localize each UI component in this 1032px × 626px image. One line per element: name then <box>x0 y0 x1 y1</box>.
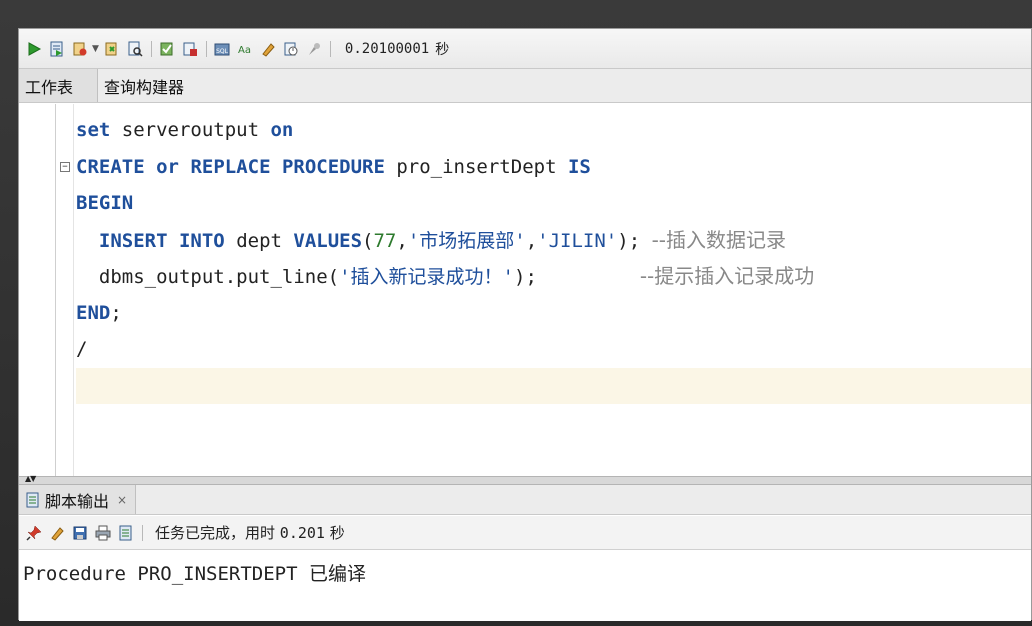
tab-worksheet[interactable]: 工作表 <box>19 69 99 102</box>
print-icon[interactable] <box>94 524 112 542</box>
code-line[interactable] <box>76 367 1031 404</box>
code-line[interactable]: INSERT INTO dept VALUES(77,'市场拓展部','JILI… <box>76 222 1031 259</box>
sql-keyword: INTO <box>178 229 225 252</box>
code-token: , <box>396 229 408 252</box>
sql-developer-window: ▼ SQL Aa 0.20100001 秒 工作表 查询构建器 set serv… <box>18 28 1032 621</box>
run-script-icon[interactable] <box>48 40 66 58</box>
tools-icon[interactable] <box>305 40 323 58</box>
task-status-time: 0.201 <box>279 524 325 542</box>
eraser-icon[interactable] <box>48 524 66 542</box>
tab-query-builder[interactable]: 查询构建器 <box>98 69 196 102</box>
execution-time-unit: 秒 <box>435 41 450 58</box>
sql-keyword: VALUES <box>293 229 363 252</box>
sql-comment: --插入数据记录 <box>651 227 787 252</box>
sql-keyword: INSERT <box>98 229 168 252</box>
sql-keyword: or <box>156 155 179 178</box>
code-token: dept <box>224 229 294 252</box>
gutter-divider <box>73 104 74 476</box>
toolbar-separator <box>329 40 331 57</box>
sql-keyword: PROCEDURE <box>281 155 385 178</box>
sql-keyword: BEGIN <box>76 192 134 214</box>
sql-string: '插入新记录成功！' <box>339 266 514 288</box>
svg-text:SQL: SQL <box>216 48 229 55</box>
toolbar-separator <box>142 524 143 541</box>
sql-keyword: on <box>270 119 294 141</box>
svg-text:Aa: Aa <box>238 45 251 56</box>
code-token: ); <box>514 266 640 288</box>
code-token: ); <box>617 229 652 252</box>
format-icon[interactable] <box>259 40 277 58</box>
code-line[interactable]: END; <box>76 295 1031 332</box>
task-status-unit: 秒 <box>329 524 345 542</box>
explain-plan-icon[interactable] <box>126 40 144 58</box>
sql-keyword: IS <box>567 155 591 178</box>
code-token: dbms_output.put_line( <box>76 266 340 288</box>
output-toolbar: 任务已完成，用时 0.201 秒 <box>19 516 1031 550</box>
pin-icon[interactable] <box>25 524 43 542</box>
sql-tuning-icon[interactable] <box>181 40 199 58</box>
code-token: ; <box>110 301 122 324</box>
code-area[interactable]: set serveroutput on − CREATE or REPLACE PR… <box>60 112 1031 404</box>
code-line[interactable]: BEGIN <box>76 185 1031 222</box>
history-icon[interactable]: Aa <box>236 40 254 58</box>
clear-icon[interactable]: SQL <box>213 40 231 58</box>
output-tabs: 脚本输出 × <box>19 485 1031 515</box>
task-status: 任务已完成，用时 0.201 秒 <box>155 522 345 543</box>
code-token: ( <box>362 229 374 252</box>
code-token: / <box>76 338 88 360</box>
sql-keyword: CREATE <box>76 155 145 178</box>
sql-string: 'JILIN' <box>537 229 618 252</box>
run-statement-icon[interactable] <box>25 40 43 58</box>
code-line[interactable]: dbms_output.put_line('插入新记录成功！'); --提示插入… <box>76 258 1031 295</box>
splitter-arrows-icon[interactable]: ▲▼ <box>25 474 36 483</box>
toolbar-separator <box>205 40 207 57</box>
script-output-icon <box>26 492 39 507</box>
worksheet-toolbar: ▼ SQL Aa 0.20100001 秒 <box>19 29 1031 69</box>
sql-keyword: set <box>76 119 111 141</box>
panel-splitter[interactable]: ▲▼ <box>19 474 1031 485</box>
unshared-icon[interactable] <box>282 40 300 58</box>
script-output-label: 脚本输出 <box>45 491 110 511</box>
worksheet-tabs: 工作表 查询构建器 <box>19 69 1031 103</box>
toolbar-separator <box>150 40 152 57</box>
save-icon[interactable] <box>71 524 89 542</box>
code-token: , <box>525 229 538 252</box>
script-output-content[interactable]: Procedure PRO_INSERTDEPT 已编译 <box>19 551 1031 621</box>
fold-toggle-icon[interactable]: − <box>60 161 70 172</box>
sql-comment: --提示插入记录成功 <box>639 264 815 288</box>
task-status-text: 任务已完成，用时 <box>155 524 276 542</box>
rollback-icon[interactable] <box>103 40 121 58</box>
sql-editor[interactable]: set serveroutput on − CREATE or REPLACE PR… <box>19 104 1031 476</box>
sql-string: '市场拓展部' <box>407 229 526 252</box>
code-line[interactable]: set serveroutput on <box>76 112 1031 149</box>
sql-number: 77 <box>373 229 397 252</box>
gutter-border <box>55 104 56 476</box>
code-token: serveroutput <box>110 119 271 141</box>
code-line[interactable]: − CREATE or REPLACE PROCEDURE pro_insertD… <box>60 149 1031 186</box>
sql-keyword: END <box>76 301 111 324</box>
autotrace-icon[interactable] <box>158 40 176 58</box>
execution-time: 0.20100001 <box>344 40 430 57</box>
code-token: pro_insertDept <box>384 155 568 178</box>
dropdown-arrow-icon[interactable]: ▼ <box>92 44 99 54</box>
close-icon[interactable]: × <box>117 493 127 507</box>
code-line[interactable]: / <box>76 331 1031 368</box>
tab-script-output[interactable]: 脚本输出 × <box>19 485 137 514</box>
commit-icon[interactable] <box>71 40 89 58</box>
sql-keyword: REPLACE <box>190 155 271 178</box>
save-script-icon[interactable] <box>117 524 135 542</box>
